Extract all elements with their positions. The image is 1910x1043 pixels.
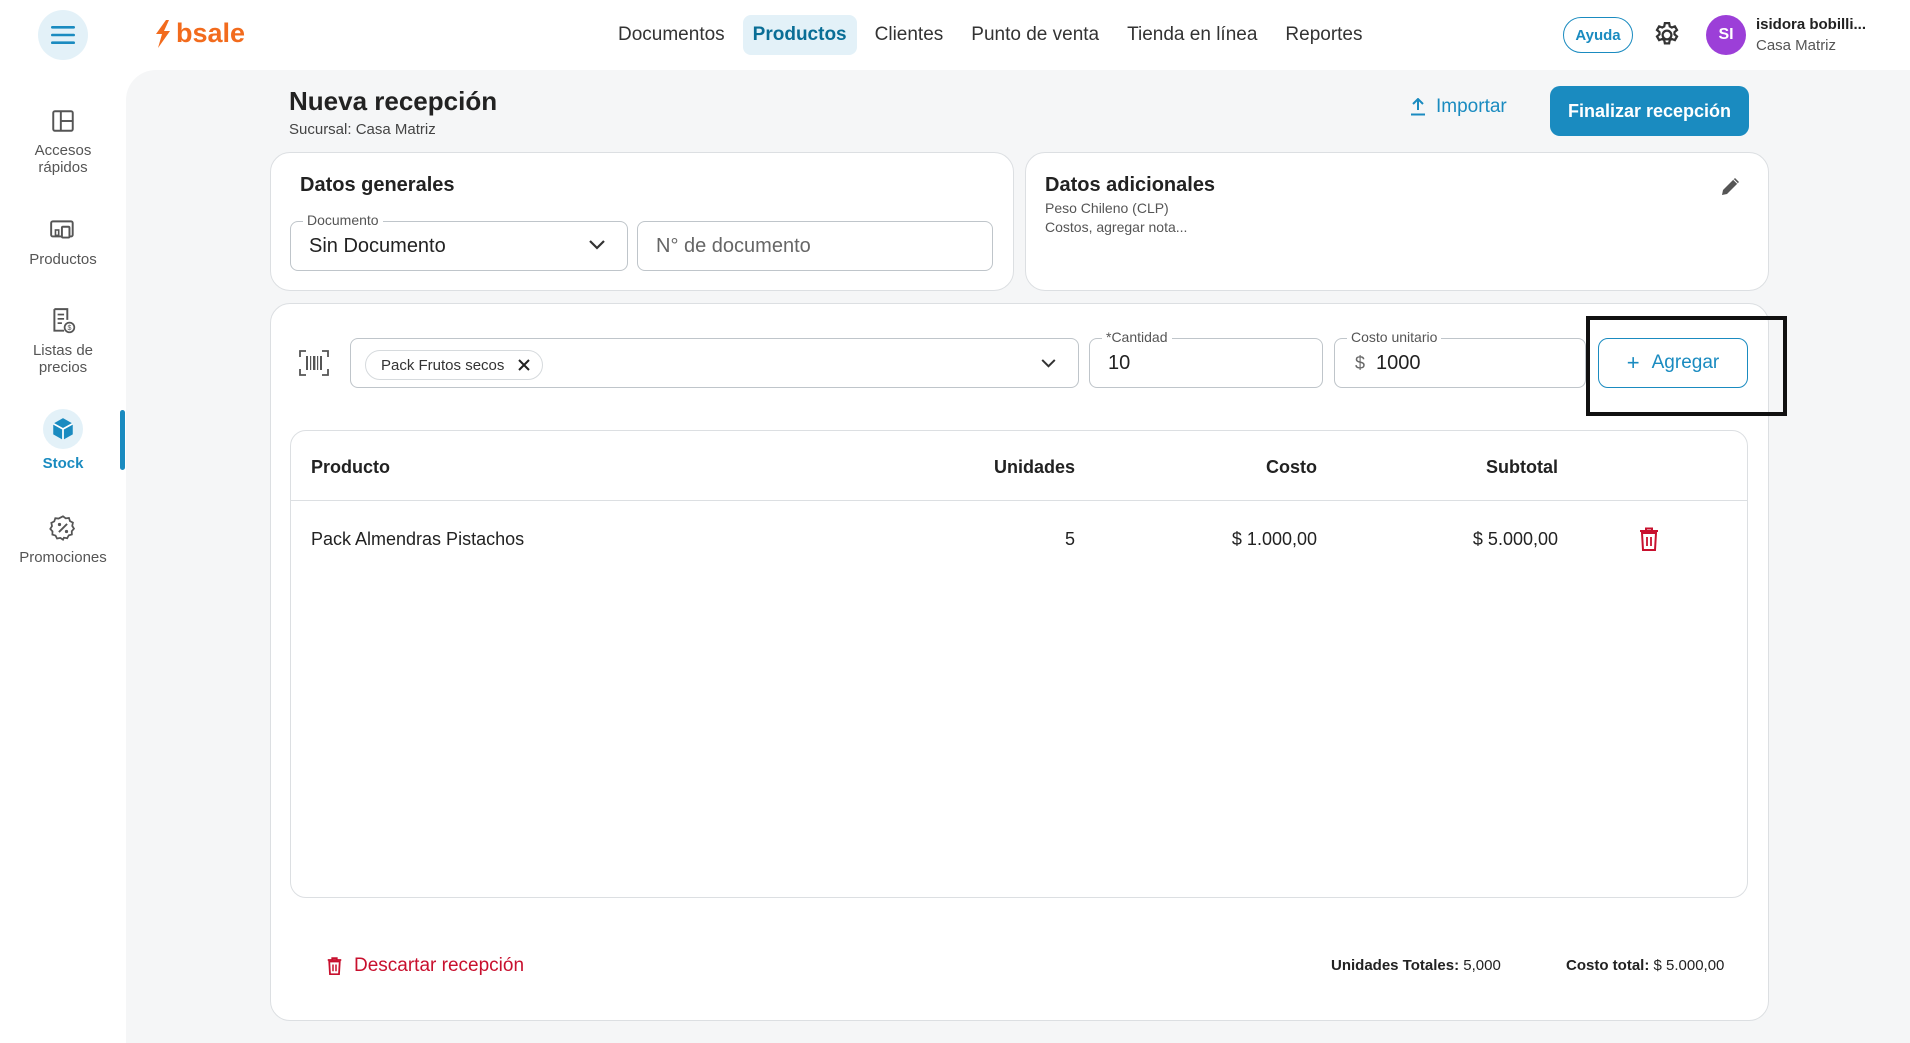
- row-product: Pack Almendras Pistachos: [311, 529, 525, 549]
- selected-product-chip: Pack Frutos secos: [365, 350, 544, 380]
- chevron-down-icon: [589, 240, 605, 250]
- upload-icon: [1411, 98, 1425, 116]
- sidebar-item-stock[interactable]: Stock: [0, 409, 126, 472]
- main-nav: Documentos Productos Clientes Punto de v…: [608, 15, 1373, 55]
- help-button[interactable]: Ayuda: [1563, 17, 1633, 53]
- document-value: Sin Documento: [309, 235, 446, 257]
- top-bar: bsale Documentos Productos Clientes Punt…: [0, 0, 1910, 70]
- import-label: Importar: [1436, 96, 1507, 117]
- nav-tienda-en-linea[interactable]: Tienda en línea: [1117, 15, 1267, 55]
- layout-icon: [48, 106, 78, 136]
- units-total-label: Unidades Totales:: [1331, 957, 1460, 974]
- currency-prefix: $: [1355, 353, 1366, 373]
- cost-total-value: $ 5.000,00: [1653, 957, 1725, 974]
- finish-reception-button[interactable]: Finalizar recepción: [1550, 86, 1749, 136]
- nav-productos[interactable]: Productos: [742, 15, 857, 55]
- additional-hint: Costos, agregar nota...: [1045, 219, 1188, 235]
- add-label: Agregar: [1651, 352, 1720, 373]
- sidebar-item-label: Productos: [29, 251, 97, 268]
- user-name[interactable]: isidora bobilli...: [1756, 16, 1866, 33]
- cost-total-label: Costo total:: [1566, 957, 1650, 974]
- units-total: Unidades Totales: 5,000: [1331, 957, 1501, 974]
- header-divider: [291, 500, 1747, 501]
- additional-data-title: Datos adicionales: [1045, 174, 1216, 196]
- sidebar-item-label: Promociones: [19, 549, 107, 566]
- unit-cost-value: 1000: [1376, 352, 1421, 374]
- user-branch: Casa Matriz: [1756, 37, 1837, 54]
- header-product: Producto: [311, 457, 390, 477]
- chevron-down-icon: [1041, 359, 1056, 368]
- quantity-input[interactable]: *Cantidad 10: [1089, 329, 1323, 388]
- row-units: 5: [1064, 529, 1075, 549]
- plus-icon: +: [1626, 350, 1640, 375]
- sidebar-item-listas-de-precios[interactable]: $ Listas de precios: [0, 306, 126, 376]
- add-product-button[interactable]: + Agregar: [1598, 338, 1748, 388]
- chip-label: Pack Frutos secos: [381, 356, 505, 374]
- bsale-logo[interactable]: bsale: [154, 18, 245, 49]
- page-subtitle: Sucursal: Casa Matriz: [289, 121, 436, 138]
- general-data-title: Datos generales: [300, 174, 455, 196]
- sidebar-item-label: Stock: [42, 455, 84, 472]
- document-number-placeholder: N° de documento: [656, 235, 811, 257]
- close-icon[interactable]: [518, 359, 531, 371]
- header-cost: Costo: [1266, 457, 1317, 477]
- sidebar-item-label: Accesos rápidos: [34, 142, 92, 176]
- box-icon: [43, 409, 83, 449]
- sidebar-item-label: Listas de precios: [32, 342, 94, 376]
- settings-button[interactable]: [1652, 20, 1682, 50]
- gear-icon: [1655, 22, 1679, 45]
- header-subtotal: Subtotal: [1486, 457, 1558, 477]
- discount-badge-icon: [48, 513, 78, 543]
- cost-total: Costo total: $ 5.000,00: [1566, 957, 1724, 974]
- nav-clientes[interactable]: Clientes: [865, 15, 954, 55]
- menu-icon: [51, 26, 75, 44]
- trash-icon: [327, 957, 342, 975]
- sidebar-item-promociones[interactable]: Promociones: [0, 513, 126, 566]
- edit-additional-button[interactable]: [1719, 174, 1743, 203]
- discard-label: Descartar recepción: [354, 955, 525, 976]
- sidebar-item-productos[interactable]: Productos: [0, 215, 126, 268]
- import-button[interactable]: Importar: [1410, 96, 1507, 118]
- document-number-input[interactable]: N° de documento: [637, 221, 993, 271]
- document-label: Documento: [303, 212, 383, 228]
- brand-name: bsale: [176, 18, 246, 48]
- units-total-value: 5,000: [1463, 957, 1501, 974]
- quantity-label: *Cantidad: [1102, 329, 1172, 345]
- document-select[interactable]: Documento Sin Documento: [290, 212, 628, 271]
- discard-reception-button[interactable]: Descartar recepción: [327, 955, 524, 977]
- delete-row-button[interactable]: [1639, 527, 1659, 556]
- svg-text:$: $: [68, 325, 72, 332]
- unit-cost-input[interactable]: Costo unitario $ 1000: [1334, 329, 1586, 388]
- currency-text: Peso Chileno (CLP): [1045, 200, 1169, 216]
- devices-icon: [48, 215, 78, 245]
- price-list-icon: $: [48, 306, 78, 336]
- barcode-icon: [299, 350, 329, 376]
- nav-punto-de-venta[interactable]: Punto de venta: [961, 15, 1109, 55]
- page-title: Nueva recepción: [289, 86, 498, 116]
- bsale-bolt-icon: [156, 19, 170, 48]
- unit-cost-label: Costo unitario: [1347, 329, 1442, 345]
- barcode-scan-button[interactable]: [299, 350, 329, 381]
- row-subtotal: $ 5.000,00: [1472, 529, 1558, 549]
- hamburger-menu-button[interactable]: [38, 10, 88, 60]
- row-cost: $ 1.000,00: [1231, 529, 1317, 549]
- sidebar-active-indicator: [120, 410, 125, 470]
- nav-documentos[interactable]: Documentos: [608, 15, 735, 55]
- trash-icon: [1640, 527, 1658, 551]
- user-avatar[interactable]: SI: [1706, 15, 1746, 55]
- nav-reportes[interactable]: Reportes: [1275, 15, 1372, 55]
- sidebar-item-accesos-rapidos[interactable]: Accesos rápidos: [0, 106, 126, 176]
- reception-table: Producto Unidades Costo Subtotal Pack Al…: [290, 430, 1748, 898]
- quantity-value: 10: [1108, 352, 1131, 374]
- pencil-icon: [1722, 178, 1739, 195]
- header-units: Unidades: [993, 457, 1075, 477]
